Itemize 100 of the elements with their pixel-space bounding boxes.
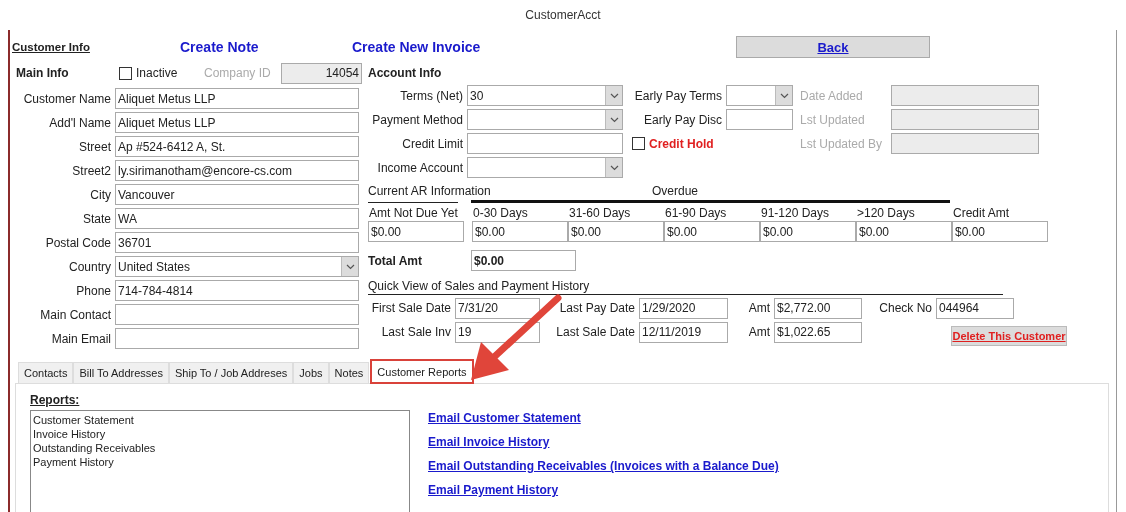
column-label: Credit Amt	[952, 205, 1010, 221]
dropdown-field[interactable]	[726, 85, 793, 106]
list-item[interactable]: Payment History	[33, 455, 407, 469]
amount-field: $0.00	[664, 221, 760, 242]
field-label: Postal Code	[44, 235, 111, 250]
chevron-down-icon	[609, 164, 619, 171]
checkbox[interactable]	[119, 66, 132, 80]
email-link[interactable]: Email Customer Statement	[428, 411, 779, 427]
input-field: $1,022.65	[774, 321, 862, 343]
field-label: Company ID	[204, 66, 272, 80]
tab[interactable]: Jobs	[293, 362, 329, 383]
column-label: 0-30 Days	[472, 205, 529, 221]
amount-field: $0.00	[856, 221, 952, 242]
field-label: Main Contact	[39, 307, 111, 322]
input-field[interactable]: Vancouver	[115, 184, 359, 205]
checkbox-label: Inactive	[136, 66, 179, 80]
input-field[interactable]: ly.sirimanotham@encore-cs.com	[115, 160, 359, 181]
delete-button[interactable]: Delete This Customer	[951, 326, 1067, 346]
dropdown-field[interactable]	[467, 109, 623, 130]
tab[interactable]: Customer Reports	[371, 360, 473, 383]
dropdown-button[interactable]	[605, 86, 622, 105]
section-title: Current AR Information	[368, 184, 492, 198]
input-field[interactable]	[115, 304, 359, 325]
input-field[interactable]	[115, 328, 359, 349]
field-label: Date Added	[799, 88, 864, 103]
column-label: 31-60 Days	[568, 205, 632, 221]
field-label: Last Pay Date	[558, 301, 635, 315]
field-label: Income Account	[376, 160, 463, 175]
field-label: Street	[78, 139, 111, 154]
dropdown-field[interactable]: United States	[115, 256, 359, 277]
field-label: Early Pay Disc	[642, 112, 722, 127]
section-title: Account Info	[368, 65, 443, 82]
list-item[interactable]: Customer Statement	[33, 413, 407, 427]
field-label: Lst Updated By	[799, 136, 884, 151]
amount-field: $0.00	[952, 221, 1048, 242]
list-item[interactable]: Invoice History	[33, 427, 407, 441]
input-field[interactable]: Aliquet Metus LLP	[115, 88, 359, 109]
dropdown-field[interactable]: 30	[467, 85, 623, 106]
input-field[interactable]: 36701	[115, 232, 359, 253]
field-label: Customer Name	[22, 91, 111, 106]
input-field[interactable]: 714-784-4814	[115, 280, 359, 301]
report-list[interactable]: Customer Statement Invoice History Outstanding Receivables Payment History	[30, 410, 410, 512]
create-link[interactable]: Create New Invoice	[352, 39, 736, 55]
amount-field: $0.00	[472, 221, 568, 242]
dropdown-button[interactable]	[775, 86, 792, 105]
dropdown-button[interactable]	[341, 257, 358, 276]
field-label: City	[89, 187, 111, 202]
tab[interactable]: Bill To Addresses	[73, 362, 169, 383]
input-field: 1/29/2020	[639, 297, 728, 319]
chevron-down-icon	[609, 116, 619, 123]
checkbox[interactable]	[632, 137, 645, 150]
total-field: $0.00	[471, 250, 576, 271]
email-link[interactable]: Email Payment History	[428, 483, 779, 499]
dropdown-button[interactable]	[605, 110, 622, 129]
input-field[interactable]: Aliquet Metus LLP	[115, 112, 359, 133]
dropdown-button[interactable]	[605, 158, 622, 177]
checkbox-label: Credit Hold	[649, 136, 714, 151]
input-field[interactable]	[467, 133, 623, 154]
input-field: 7/31/20	[455, 297, 540, 319]
field-label: Payment Method	[371, 112, 463, 127]
email-link[interactable]: Email Outstanding Receivables (Invoices with a Balance Due)	[428, 459, 779, 475]
input-field[interactable]	[726, 109, 793, 130]
field-label: Terms (Net)	[399, 88, 463, 103]
list-item[interactable]: Outstanding Receivables	[33, 441, 407, 455]
chevron-down-icon	[609, 92, 619, 99]
input-field[interactable]: WA	[115, 208, 359, 229]
field-label: Phone	[75, 283, 111, 298]
input-field[interactable]: Ap #524-6412 A, St.	[115, 136, 359, 157]
column-label: 91-120 Days	[760, 205, 831, 221]
field-label: Amt	[747, 301, 770, 315]
tab[interactable]: Ship To / Job Addreses	[169, 362, 294, 383]
back-button[interactable]: Back	[736, 36, 930, 58]
column-label: Amt Not Due Yet	[368, 205, 459, 221]
company-id-field: 14054	[281, 62, 362, 84]
field-label: Street2	[71, 163, 111, 178]
field-label: State	[81, 211, 111, 226]
field-label: First Sale Date	[370, 301, 451, 315]
section-title: Reports:	[30, 393, 81, 407]
email-link[interactable]: Email Invoice History	[428, 435, 779, 451]
column-label: >120 Days	[856, 205, 916, 221]
field-label: Credit Limit	[401, 136, 463, 151]
chevron-down-icon	[345, 263, 355, 270]
amount-field: $0.00	[568, 221, 664, 242]
create-link[interactable]: Create Note	[180, 39, 352, 55]
field-label: Early Pay Terms	[633, 88, 722, 103]
input-field: 12/11/2019	[639, 321, 728, 343]
window-title: CustomerAcct	[525, 8, 601, 22]
tab[interactable]: Contacts	[18, 362, 74, 383]
field-label: Country	[67, 259, 111, 274]
dropdown-field[interactable]	[467, 157, 623, 178]
field-label: Main Email	[50, 331, 111, 346]
field-label: Lst Updated	[799, 112, 866, 127]
tab[interactable]: Notes	[328, 362, 370, 383]
input-field: 044964	[936, 297, 1014, 319]
column-label: 61-90 Days	[664, 205, 728, 221]
field-label: Last Sale Date	[555, 325, 635, 339]
field-label: Last Sale Inv	[380, 325, 451, 339]
field-label: Amt	[747, 325, 770, 339]
section-title: Quick View of Sales and Payment History	[368, 279, 591, 294]
field-label: Check No	[878, 301, 932, 315]
